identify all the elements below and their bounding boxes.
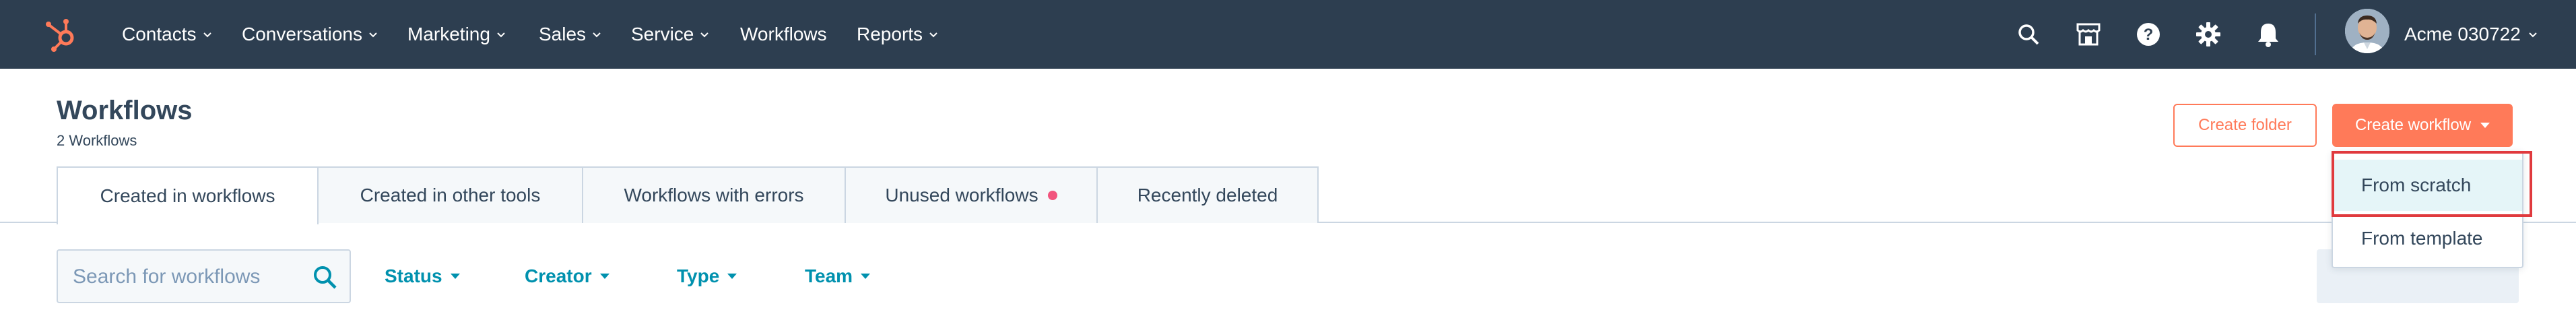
chevron-down-icon bbox=[369, 32, 377, 38]
nav-sales[interactable]: Sales bbox=[539, 0, 602, 69]
filter-label: Status bbox=[385, 265, 442, 286]
search-input[interactable] bbox=[71, 251, 303, 303]
chevron-down-icon bbox=[700, 32, 709, 38]
hubspot-logo-icon[interactable] bbox=[42, 15, 81, 54]
svg-text:?: ? bbox=[2144, 26, 2154, 44]
marketplace-icon[interactable] bbox=[2075, 21, 2102, 48]
notifications-icon[interactable] bbox=[2255, 21, 2282, 48]
search-icon[interactable] bbox=[2015, 21, 2042, 48]
tab-recently-deleted[interactable]: Recently deleted bbox=[1096, 166, 1319, 223]
filter-creator[interactable]: Creator bbox=[525, 249, 609, 303]
tab-label: Created in other tools bbox=[360, 185, 541, 206]
filter-label: Creator bbox=[525, 265, 592, 286]
nav-marketing[interactable]: Marketing bbox=[407, 0, 506, 69]
chevron-down-icon bbox=[2529, 32, 2537, 38]
filter-team[interactable]: Team bbox=[805, 249, 871, 303]
tab-created-in-workflows[interactable]: Created in workflows bbox=[57, 166, 319, 224]
account-name: Acme 030722 bbox=[2404, 24, 2521, 44]
filter-label: Type bbox=[677, 265, 720, 286]
search-box bbox=[57, 249, 351, 303]
nav-workflows[interactable]: Workflows bbox=[740, 0, 827, 69]
create-folder-label: Create folder bbox=[2198, 116, 2292, 134]
avatar[interactable] bbox=[2345, 9, 2389, 53]
top-navigation: Contacts Conversations Marketing Sales S… bbox=[0, 0, 2576, 69]
filter-label: Team bbox=[805, 265, 853, 286]
menu-item-label: From scratch bbox=[2361, 175, 2472, 195]
caret-down-icon bbox=[450, 274, 460, 279]
nav-reports[interactable]: Reports bbox=[857, 0, 939, 69]
menu-item-label: From template bbox=[2361, 228, 2483, 249]
tab-unused-workflows[interactable]: Unused workflows bbox=[845, 166, 1098, 223]
tab-label: Recently deleted bbox=[1137, 185, 1278, 206]
nav-service-label: Service bbox=[631, 24, 694, 44]
nav-sales-label: Sales bbox=[539, 24, 587, 44]
caret-down-icon bbox=[861, 274, 871, 279]
search-icon[interactable] bbox=[312, 264, 337, 290]
nav-contacts-label: Contacts bbox=[122, 24, 197, 44]
caret-down-icon bbox=[727, 274, 737, 279]
create-workflow-menu: From scratch From template bbox=[2332, 151, 2523, 268]
nav-conversations-label: Conversations bbox=[242, 24, 362, 44]
workflow-count: 2 Workflows bbox=[57, 132, 137, 149]
caret-down-icon bbox=[2480, 123, 2490, 128]
nav-marketing-label: Marketing bbox=[407, 24, 490, 44]
settings-icon[interactable] bbox=[2195, 21, 2222, 48]
tab-label: Workflows with errors bbox=[624, 185, 804, 206]
create-workflow-button[interactable]: Create workflow bbox=[2332, 104, 2513, 147]
nav-reports-label: Reports bbox=[857, 24, 923, 44]
page-title: Workflows bbox=[57, 96, 193, 125]
filter-type[interactable]: Type bbox=[677, 249, 737, 303]
create-workflow-label: Create workflow bbox=[2354, 116, 2472, 134]
tab-workflows-with-errors[interactable]: Workflows with errors bbox=[582, 166, 846, 223]
chevron-down-icon bbox=[593, 32, 601, 38]
nav-conversations[interactable]: Conversations bbox=[242, 0, 378, 69]
unused-indicator-dot bbox=[1047, 191, 1057, 200]
menu-item-from-scratch[interactable]: From scratch bbox=[2333, 160, 2522, 211]
chevron-down-icon bbox=[497, 32, 505, 38]
nav-contacts[interactable]: Contacts bbox=[122, 0, 213, 69]
nav-workflows-label: Workflows bbox=[740, 24, 827, 44]
tab-created-in-other-tools[interactable]: Created in other tools bbox=[317, 166, 583, 223]
tab-label: Created in workflows bbox=[100, 185, 275, 206]
chevron-down-icon bbox=[929, 32, 937, 38]
caret-down-icon bbox=[599, 274, 609, 279]
create-folder-button[interactable]: Create folder bbox=[2173, 104, 2317, 147]
tab-label: Unused workflows bbox=[885, 185, 1038, 206]
help-icon[interactable]: ? bbox=[2135, 21, 2162, 48]
nav-divider bbox=[2315, 13, 2316, 55]
account-menu[interactable]: Acme 030722 bbox=[2404, 0, 2538, 69]
nav-service[interactable]: Service bbox=[631, 0, 710, 69]
menu-item-from-template[interactable]: From template bbox=[2333, 213, 2522, 264]
chevron-down-icon bbox=[203, 32, 211, 38]
filter-status[interactable]: Status bbox=[385, 249, 460, 303]
